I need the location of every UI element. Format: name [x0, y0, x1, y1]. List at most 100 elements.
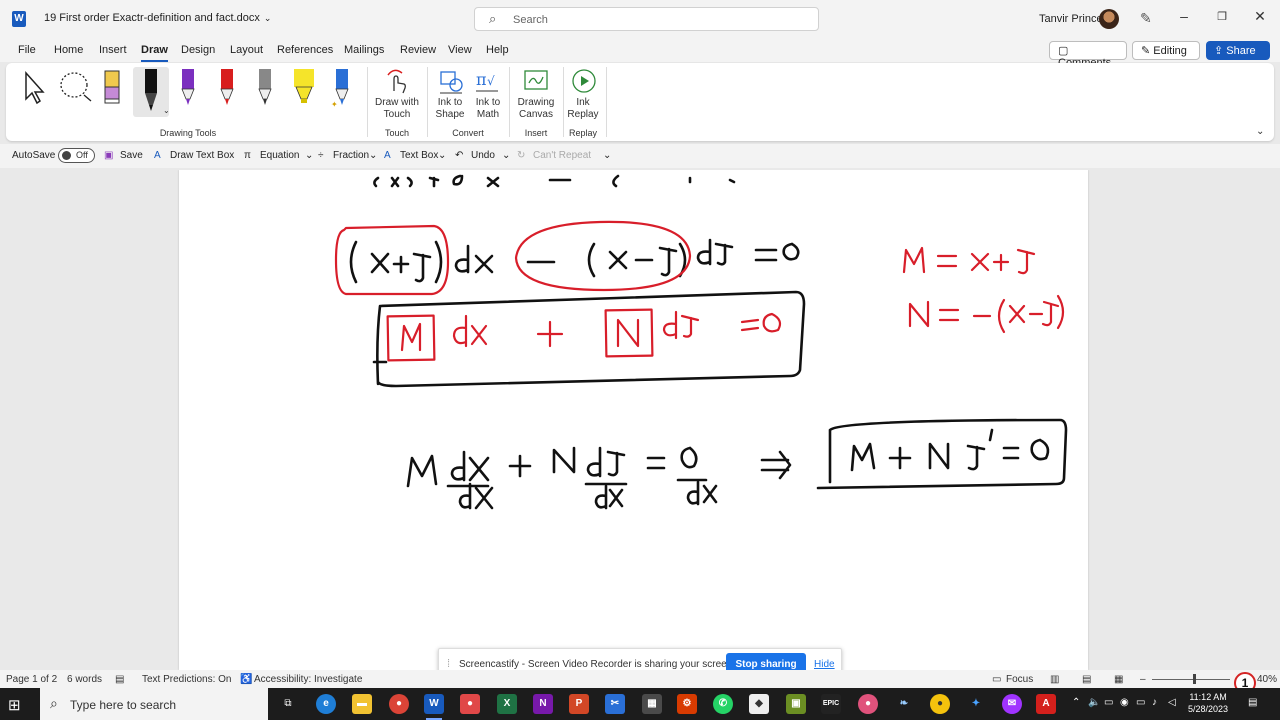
purple-pen-icon[interactable]: [176, 67, 206, 113]
share-button[interactable]: ⇪ Share: [1206, 41, 1270, 60]
edge-icon[interactable]: e: [316, 694, 336, 714]
whatsapp-icon[interactable]: ✆: [713, 694, 733, 714]
roblox-icon[interactable]: ◆: [749, 694, 769, 714]
tab-file[interactable]: File: [18, 44, 36, 56]
ink-replay-button[interactable]: Ink Replay: [562, 97, 604, 121]
taskbar-search-input[interactable]: ⌕ Type here to search: [40, 688, 268, 720]
customize-toolbar-icon[interactable]: ⌄: [603, 150, 611, 161]
zoom-out-icon[interactable]: –: [1140, 674, 1146, 685]
zoom-slider[interactable]: [1152, 679, 1230, 680]
tab-mailings[interactable]: Mailings: [344, 44, 384, 56]
text-predictions-status[interactable]: Text Predictions: On: [142, 674, 231, 685]
feather-app-icon[interactable]: ❧: [894, 694, 914, 714]
chevron-down-icon[interactable]: ⌄: [369, 150, 377, 161]
print-layout-icon[interactable]: ▤: [1082, 674, 1091, 685]
zoom-slider-thumb[interactable]: [1193, 674, 1196, 684]
draw-text-box-button[interactable]: Draw Text Box: [170, 150, 234, 161]
chevron-down-icon[interactable]: ⌄: [502, 150, 510, 161]
epic-games-icon[interactable]: EPIC: [821, 694, 841, 714]
black-pen-icon[interactable]: ⌄: [133, 67, 170, 117]
game-app-icon[interactable]: ●: [858, 694, 878, 714]
calculator-icon[interactable]: ▦: [642, 694, 662, 714]
windows-start-icon[interactable]: ⊞: [8, 696, 21, 714]
task-view-icon[interactable]: ⧉: [278, 694, 298, 714]
tab-insert[interactable]: Insert: [99, 44, 127, 56]
excel-icon[interactable]: X: [497, 694, 517, 714]
save-button[interactable]: Save: [120, 150, 143, 161]
document-page[interactable]: [179, 170, 1088, 670]
chevron-down-icon[interactable]: ⌄: [438, 150, 446, 161]
ink-to-math-button[interactable]: Ink to Math: [468, 97, 508, 121]
chrome-canary-icon[interactable]: ●: [930, 694, 950, 714]
network-icon[interactable]: ▭: [1136, 697, 1145, 708]
drawing-canvas-icon[interactable]: [522, 67, 550, 98]
drag-handle-icon[interactable]: ⁞: [447, 658, 450, 670]
maximize-icon[interactable]: ❐: [1212, 10, 1232, 23]
word-taskbar-icon[interactable]: W: [424, 694, 444, 720]
file-explorer-icon[interactable]: ▬: [352, 694, 372, 714]
designer-pen-icon[interactable]: ✎: [1140, 10, 1152, 27]
speaker-icon[interactable]: ◁: [1168, 697, 1176, 708]
camera-icon[interactable]: ▭: [1104, 697, 1113, 708]
draw-with-touch-button[interactable]: Draw with Touch: [372, 97, 422, 121]
user-name[interactable]: Tanvir Prince: [1039, 13, 1103, 25]
select-tool-icon[interactable]: [20, 67, 50, 113]
gray-pen-icon[interactable]: [253, 67, 283, 113]
minimize-icon[interactable]: –: [1174, 8, 1194, 24]
hide-link[interactable]: Hide: [814, 659, 835, 670]
document-title[interactable]: 19 First order Exactr-definition and fac…: [44, 12, 271, 24]
recorder-icon[interactable]: ●: [460, 694, 480, 714]
volume-icon[interactable]: 🔈: [1088, 697, 1100, 708]
proofing-icon[interactable]: ▤: [115, 674, 124, 685]
web-layout-icon[interactable]: ▦: [1114, 674, 1123, 685]
notification-center-icon[interactable]: ▤: [1248, 697, 1257, 708]
tab-references[interactable]: References: [277, 44, 333, 56]
close-icon[interactable]: ✕: [1250, 8, 1270, 25]
word-app-icon[interactable]: W: [12, 11, 26, 27]
ink-to-math-icon[interactable]: π √: [474, 67, 500, 98]
show-hidden-icons-icon[interactable]: ⌃: [1072, 697, 1080, 708]
tab-view[interactable]: View: [448, 44, 472, 56]
ink-replay-icon[interactable]: [570, 67, 598, 98]
lasso-select-icon[interactable]: [58, 67, 92, 113]
autosave-toggle[interactable]: Off: [58, 148, 95, 163]
tab-layout[interactable]: Layout: [230, 44, 263, 56]
tab-help[interactable]: Help: [486, 44, 509, 56]
eraser-icon[interactable]: [100, 67, 130, 113]
messenger-icon[interactable]: ✉: [1002, 694, 1022, 714]
drawing-canvas-button[interactable]: Drawing Canvas: [512, 97, 560, 121]
tab-review[interactable]: Review: [400, 44, 436, 56]
acrobat-icon[interactable]: A: [1036, 694, 1056, 714]
editing-mode-button[interactable]: ✎ Editing ⌄: [1132, 41, 1200, 70]
fraction-button[interactable]: Fraction: [333, 150, 369, 161]
chevron-down-icon[interactable]: ⌄: [305, 150, 313, 161]
yellow-highlighter-icon[interactable]: [291, 67, 321, 113]
red-pen-icon[interactable]: [215, 67, 245, 113]
comments-button[interactable]: ▢ Comments: [1049, 41, 1127, 69]
snipping-tool-icon[interactable]: ✂: [605, 694, 625, 714]
draw-with-touch-icon[interactable]: [384, 67, 410, 98]
onenote-icon[interactable]: N: [533, 694, 553, 714]
ink-to-shape-icon[interactable]: [438, 67, 464, 98]
text-box-button[interactable]: Text Box: [400, 150, 438, 161]
accessibility-status[interactable]: Accessibility: Investigate: [254, 674, 362, 685]
ink-to-shape-button[interactable]: Ink to Shape: [430, 97, 470, 121]
tab-design[interactable]: Design: [181, 44, 215, 56]
page-count[interactable]: Page 1 of 2: [6, 674, 57, 685]
undo-button[interactable]: Undo: [471, 150, 495, 161]
search-input[interactable]: ⌕ Search: [474, 7, 819, 31]
paint-icon[interactable]: ✦: [966, 694, 986, 714]
mic-icon[interactable]: ◉: [1120, 697, 1129, 708]
sound-icon[interactable]: ♪: [1152, 697, 1157, 708]
zoom-level[interactable]: 40%: [1257, 674, 1277, 685]
avatar[interactable]: [1099, 9, 1119, 29]
equation-button[interactable]: Equation: [260, 150, 299, 161]
minecraft-icon[interactable]: ▣: [786, 694, 806, 714]
word-count[interactable]: 6 words: [67, 674, 102, 685]
tab-draw[interactable]: Draw: [141, 44, 168, 62]
system-clock[interactable]: 11:12 AM 5/28/2023: [1188, 691, 1228, 715]
read-mode-icon[interactable]: ▥: [1050, 674, 1059, 685]
collapse-ribbon-icon[interactable]: ⌄: [1256, 126, 1264, 137]
tab-home[interactable]: Home: [54, 44, 83, 56]
blue-pen-icon[interactable]: ✦: [329, 67, 359, 113]
